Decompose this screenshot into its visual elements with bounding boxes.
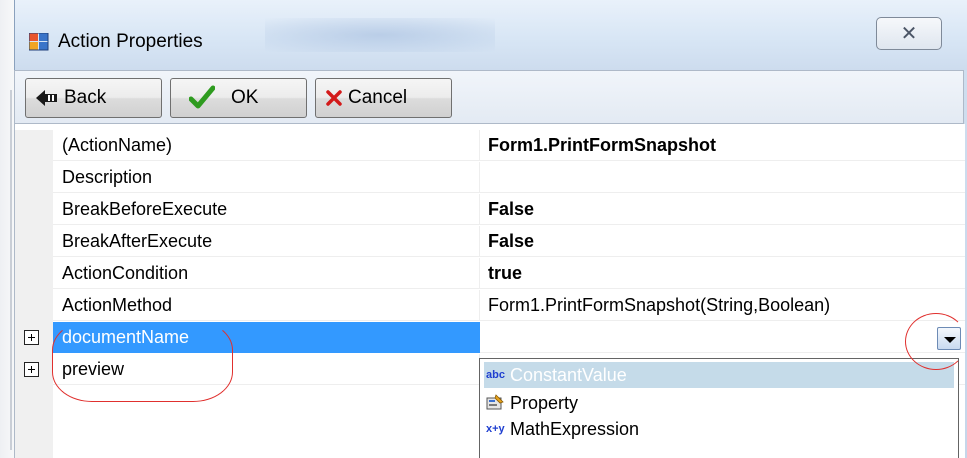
property-name: ActionMethod bbox=[53, 290, 480, 321]
back-label: Back bbox=[64, 87, 107, 108]
property-name: BreakAfterExecute bbox=[53, 226, 480, 257]
cancel-label: Cancel bbox=[348, 87, 408, 108]
property-value[interactable]: False bbox=[480, 194, 965, 225]
toolbar: Back OK Cancel bbox=[14, 70, 964, 124]
property-name: (ActionName) bbox=[53, 130, 480, 161]
property-name: BreakBeforeExecute bbox=[53, 194, 480, 225]
property-row[interactable]: Description bbox=[15, 162, 965, 194]
property-row[interactable]: (ActionName) Form1.PrintFormSnapshot bbox=[15, 130, 965, 162]
back-button[interactable]: Back bbox=[25, 78, 162, 118]
property-value[interactable] bbox=[480, 162, 965, 193]
property-row[interactable]: BreakBeforeExecute False bbox=[15, 194, 965, 226]
close-icon: ✕ bbox=[900, 23, 918, 45]
value-source-dropdown: abc ConstantValue Property x+y MathExpre… bbox=[479, 358, 959, 458]
property-value[interactable]: False bbox=[480, 226, 965, 257]
property-row[interactable]: BreakAfterExecute False bbox=[15, 226, 965, 258]
property-value[interactable]: true bbox=[480, 258, 965, 289]
property-row[interactable]: ActionCondition true bbox=[15, 258, 965, 290]
title-bar[interactable]: Action Properties ✕ bbox=[15, 0, 967, 70]
property-name: Description bbox=[53, 162, 480, 193]
abc-icon: abc bbox=[486, 369, 505, 381]
desktop-background bbox=[0, 0, 14, 458]
ok-button[interactable]: OK bbox=[170, 78, 307, 118]
property-icon bbox=[486, 394, 506, 412]
math-expression-icon: x+y bbox=[486, 423, 505, 435]
property-value[interactable]: Form1.PrintFormSnapshot bbox=[480, 130, 965, 161]
expand-plus-icon[interactable] bbox=[24, 362, 39, 377]
cancel-button[interactable]: Cancel bbox=[315, 78, 452, 118]
checkmark-icon bbox=[189, 85, 215, 111]
red-x-icon bbox=[326, 90, 342, 106]
back-arrow-icon bbox=[36, 90, 58, 106]
property-value[interactable]: Form1.PrintFormSnapshot(String,Boolean) bbox=[480, 290, 965, 321]
window-title: Action Properties bbox=[58, 31, 203, 52]
property-grid-icon bbox=[29, 33, 49, 51]
annotation-oval-names bbox=[52, 320, 233, 402]
property-row[interactable]: ActionMethod Form1.PrintFormSnapshot(Str… bbox=[15, 290, 965, 322]
dropdown-option[interactable]: abc ConstantValue bbox=[484, 362, 954, 388]
property-value[interactable] bbox=[480, 322, 965, 353]
annotation-circle-dropdown bbox=[905, 313, 967, 370]
dropdown-option[interactable]: x+y MathExpression bbox=[484, 416, 954, 442]
expand-plus-icon[interactable] bbox=[24, 330, 39, 345]
ok-label: OK bbox=[231, 87, 259, 108]
property-name: ActionCondition bbox=[53, 258, 480, 289]
close-button[interactable]: ✕ bbox=[876, 17, 942, 50]
dropdown-option[interactable]: Property bbox=[484, 390, 954, 416]
